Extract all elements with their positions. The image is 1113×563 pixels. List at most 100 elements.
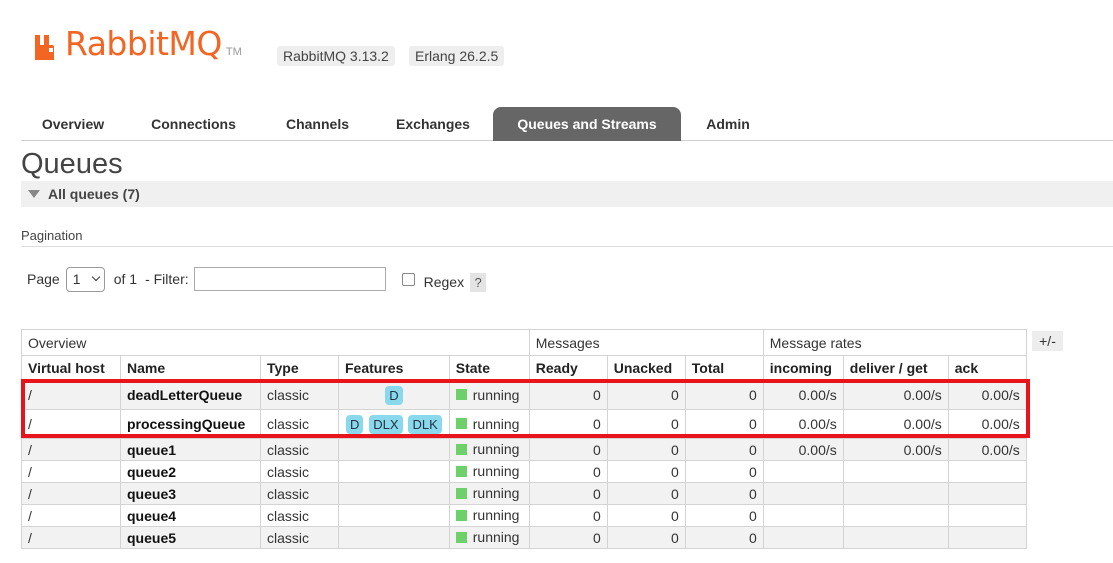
regex-help-button[interactable]: ? [470,272,487,292]
incoming-cell [762,460,844,483]
type-cell: classic [260,460,339,483]
page-count-label: of 1 [113,271,138,287]
col-state[interactable]: State [448,355,530,381]
main-nav-tabs: Overview Connections Channels Exchanges … [21,107,1113,141]
state-label: running [472,415,520,432]
features-cell [338,438,450,461]
table-row: / queue2 classic running 0 0 0 [21,460,1027,483]
ready-cell: 0 [528,460,608,483]
tab-overview[interactable]: Overview [21,107,125,141]
state-cell: running [448,526,530,549]
col-incoming[interactable]: incoming [762,355,844,381]
running-status-icon [455,389,467,401]
unacked-cell: 0 [606,504,686,527]
page-title: Queues [21,148,123,180]
running-status-icon [455,487,467,499]
rabbitmq-logo[interactable]: RabbitMQ TM [33,26,242,62]
deliver-get-cell: 0.00/s [842,380,949,410]
running-status-icon [455,509,467,521]
col-name[interactable]: Name [120,355,261,381]
unacked-cell: 0 [606,482,686,505]
running-status-icon [455,531,467,543]
col-unacked[interactable]: Unacked [606,355,686,381]
vhost-cell: / [21,482,121,505]
table-row: / deadLetterQueue classic D running 0 0 … [21,380,1027,410]
type-cell: classic [260,409,339,439]
tab-queues-and-streams[interactable]: Queues and Streams [493,107,681,141]
type-cell: classic [260,438,339,461]
logo-trademark: TM [225,46,242,58]
vhost-cell: / [21,460,121,483]
features-cell [338,482,450,505]
state-cell: running [448,409,530,439]
page-select[interactable]: 1 [65,266,105,292]
table-row: / queue1 classic running 0 0 0 0.00/s 0.… [21,438,1027,461]
queue-name-link[interactable]: queue4 [120,504,261,527]
queue-name-link[interactable]: queue3 [120,482,261,505]
rabbit-logo-icon [33,33,62,62]
erlang-version-badge: Erlang 26.2.5 [409,46,505,66]
filter-input[interactable] [193,267,386,291]
tab-channels[interactable]: Channels [262,107,373,141]
collapse-triangle-icon [28,190,40,198]
ready-cell: 0 [528,482,608,505]
logo-text: RabbitMQ [65,24,222,63]
unacked-cell: 0 [606,438,686,461]
running-status-icon [455,443,467,455]
col-type[interactable]: Type [260,355,339,381]
total-cell: 0 [684,526,764,549]
group-header-message-rates: Message rates [762,329,1027,356]
deliver-get-cell: 0.00/s [842,409,949,439]
state-cell: running [448,482,530,505]
state-label: running [472,463,520,480]
column-toggle-button[interactable]: +/- [1032,331,1063,351]
col-deliver-get[interactable]: deliver / get [842,355,949,381]
unacked-cell: 0 [606,526,686,549]
deliver-get-cell [842,504,949,527]
ack-cell [947,504,1027,527]
col-ready[interactable]: Ready [528,355,608,381]
running-status-icon [455,465,467,477]
unacked-cell: 0 [606,460,686,483]
tab-connections[interactable]: Connections [125,107,262,141]
state-cell: running [448,380,530,410]
divider [21,246,1113,247]
ack-cell: 0.00/s [947,409,1027,439]
col-features[interactable]: Features [338,355,450,381]
state-cell: running [448,438,530,461]
feature-tag-dlk: DLK [408,414,442,434]
vhost-cell: / [21,438,121,461]
rabbitmq-version-badge: RabbitMQ 3.13.2 [277,46,395,66]
queue-name-link[interactable]: processingQueue [120,409,261,439]
ready-cell: 0 [528,438,608,461]
features-cell: D DLX DLK [338,409,450,439]
queue-name-link[interactable]: queue5 [120,526,261,549]
col-total[interactable]: Total [684,355,764,381]
ready-cell: 0 [528,409,608,439]
queue-name-link[interactable]: queue2 [120,460,261,483]
unacked-cell: 0 [606,380,686,410]
col-ack[interactable]: ack [947,355,1027,381]
tab-exchanges[interactable]: Exchanges [373,107,493,141]
features-cell: D [338,380,450,410]
state-label: running [472,441,520,458]
col-virtual-host[interactable]: Virtual host [21,355,121,381]
running-status-icon [455,418,467,430]
total-cell: 0 [684,380,764,410]
incoming-cell: 0.00/s [762,409,844,439]
queue-name-link[interactable]: deadLetterQueue [120,380,261,410]
state-label: running [472,507,520,524]
queue-name-link[interactable]: queue1 [120,438,261,461]
all-queues-section-toggle[interactable]: All queues (7) [21,181,1113,207]
regex-label: Regex [423,274,465,290]
unacked-cell: 0 [606,409,686,439]
table-row: / queue3 classic running 0 0 0 [21,482,1027,505]
ready-cell: 0 [528,380,608,410]
deliver-get-cell [842,526,949,549]
incoming-cell [762,526,844,549]
queues-table: Overview Messages Message rates Virtual … [21,329,1027,549]
ready-cell: 0 [528,504,608,527]
tab-admin[interactable]: Admin [681,107,775,141]
state-cell: running [448,504,530,527]
regex-checkbox[interactable] [401,272,415,286]
